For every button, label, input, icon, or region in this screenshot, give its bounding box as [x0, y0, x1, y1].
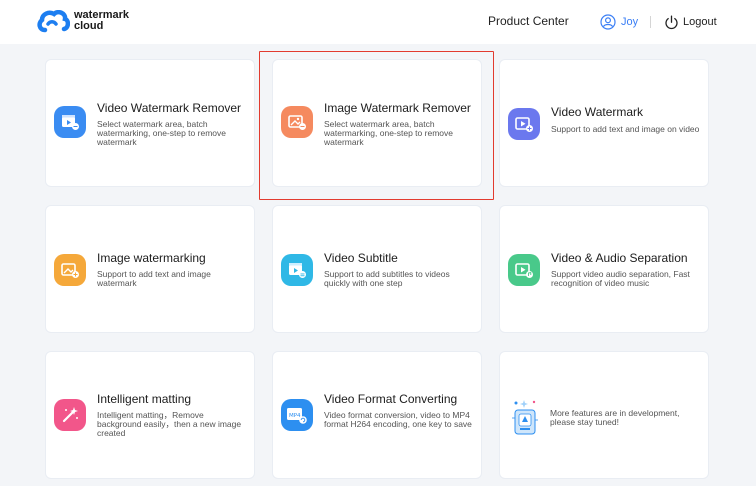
mp4-convert-icon: MP4	[281, 399, 313, 431]
card-title: Video Watermark	[551, 105, 644, 119]
more-features-text: More features are in development, please…	[550, 408, 680, 427]
card-video-format-converting[interactable]: MP4 Video Format Converting Video format…	[272, 351, 482, 479]
power-icon	[665, 15, 678, 29]
card-title: Video Format Converting	[324, 392, 458, 406]
card-title: Video & Audio Separation	[551, 251, 688, 265]
card-video-watermark-remover[interactable]: Video Watermark Remover Select watermark…	[45, 59, 255, 187]
card-title: Video Subtitle	[324, 251, 398, 265]
mp4-label: MP4	[289, 413, 301, 419]
audio-separation-icon	[508, 254, 540, 286]
card-description: Support to add text and image on video	[551, 124, 700, 134]
card-description: Support video audio separation, Fast rec…	[551, 269, 690, 288]
watermark-cloud-logo[interactable]: watermark cloud	[36, 8, 136, 36]
card-description: Intelligent matting，Remove background ea…	[97, 410, 242, 438]
user-name: Joy	[621, 16, 639, 28]
card-title: Intelligent matting	[97, 392, 192, 406]
rocket-development-icon	[512, 400, 538, 435]
card-video-subtitle[interactable]: Video Subtitle Support to add subtitles …	[272, 205, 482, 333]
card-description: Support to add subtitles to videos quick…	[324, 269, 450, 288]
card-title: Video Watermark Remover	[97, 101, 242, 115]
magic-wand-icon	[54, 399, 86, 431]
card-more-features: More features are in development, please…	[499, 351, 709, 479]
card-video-watermark[interactable]: Video Watermark Support to add text and …	[499, 59, 709, 187]
cloud-logo-icon	[37, 10, 70, 33]
selection-highlight	[259, 51, 494, 200]
logo-line2: cloud	[74, 20, 104, 32]
card-image-watermarking[interactable]: Image watermarking Support to add text a…	[45, 205, 255, 333]
top-header: watermark cloud Product Center Joy Logou…	[0, 0, 756, 44]
logout-label: Logout	[683, 16, 717, 28]
user-icon	[600, 14, 616, 30]
nav-divider	[650, 16, 651, 28]
user-menu[interactable]: Joy	[600, 13, 638, 31]
card-description: Video format conversion, video to MP4 fo…	[324, 410, 472, 429]
card-intelligent-matting[interactable]: Intelligent matting Intelligent matting，…	[45, 351, 255, 479]
card-video-audio-separation[interactable]: Video & Audio Separation Support video a…	[499, 205, 709, 333]
card-title: Image watermarking	[97, 251, 206, 265]
logo-text: watermark cloud	[74, 10, 129, 32]
image-watermark-icon	[54, 254, 86, 286]
card-description: Select watermark area, batch watermarkin…	[97, 119, 226, 147]
video-watermark-icon	[508, 108, 540, 140]
video-remove-icon	[54, 106, 86, 138]
card-description: Support to add text and image watermark	[97, 269, 211, 288]
logout-button[interactable]: Logout	[664, 13, 717, 31]
video-subtitle-icon	[281, 254, 313, 286]
product-center-link[interactable]: Product Center	[488, 14, 569, 28]
